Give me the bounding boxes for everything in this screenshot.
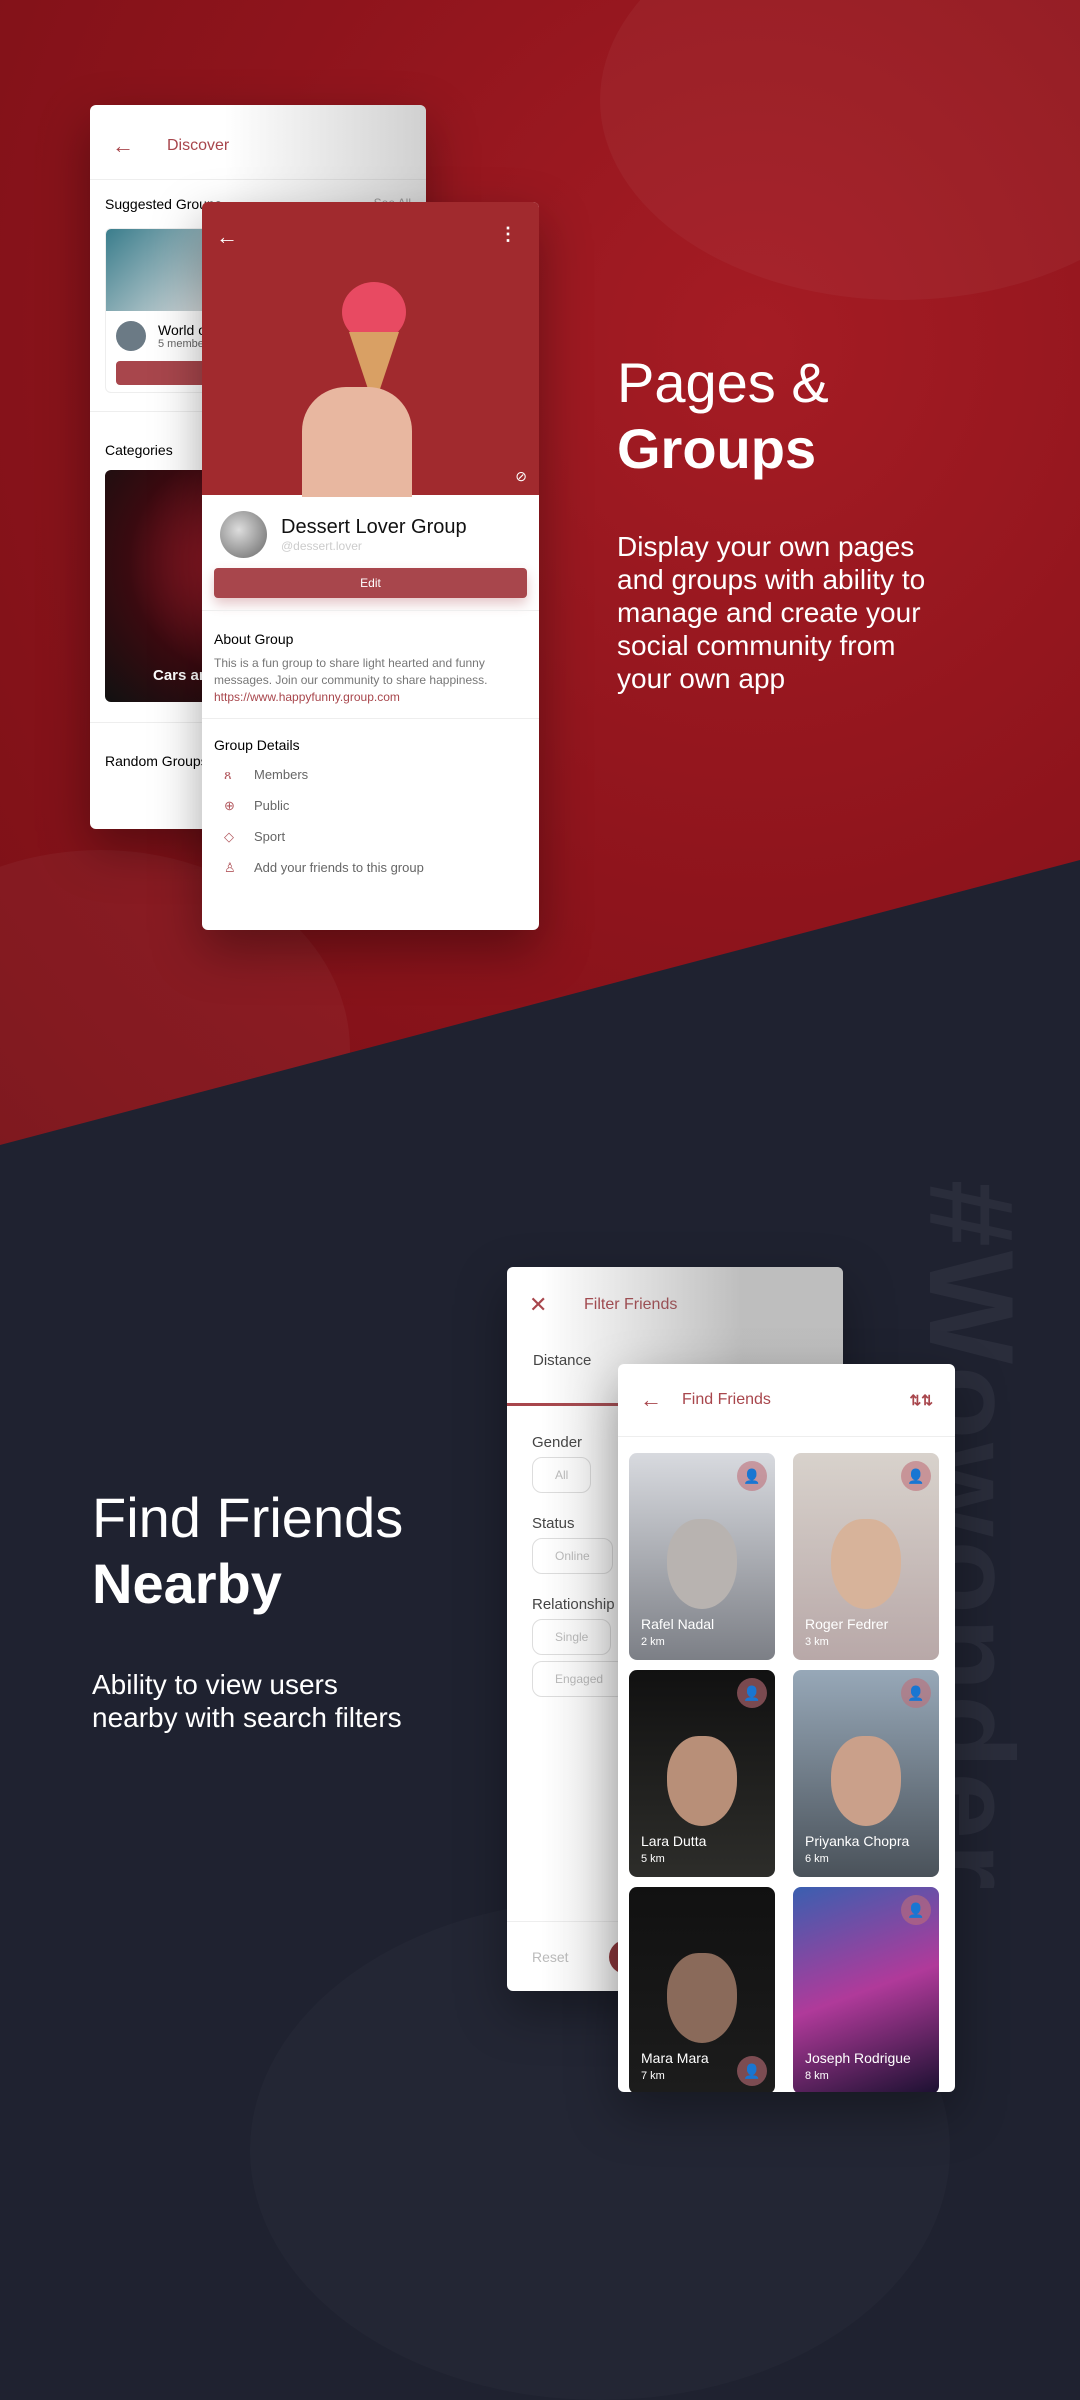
avatar	[116, 321, 146, 351]
about-text: This is a fun group to share light heart…	[214, 656, 488, 687]
friend-card[interactable]: 👤 Lara Dutta 5 km	[629, 1670, 775, 1877]
pages-title: Pages & Groups	[617, 351, 829, 480]
friend-card[interactable]: 👤 Priyanka Chopra 6 km	[793, 1670, 939, 1877]
friend-card[interactable]: 👤 Rafel Nadal 2 km	[629, 1453, 775, 1660]
add-user-icon: ♙	[224, 859, 236, 875]
friend-distance: 6 km	[805, 1853, 829, 1865]
add-friend-icon[interactable]: 👤	[901, 1895, 931, 1925]
gender-option[interactable]: All	[532, 1457, 592, 1493]
relationship-option[interactable]: Single	[532, 1619, 612, 1655]
filter-title: Filter Friends	[584, 1295, 678, 1313]
friend-distance: 5 km	[641, 1853, 665, 1865]
friend-name: Priyanka Chopra	[805, 1833, 910, 1849]
members-icon: ጸ	[224, 766, 232, 782]
more-icon[interactable]: ⋮	[499, 224, 517, 245]
group-name: Dessert Lover Group	[281, 516, 467, 538]
back-arrow-icon[interactable]: ←	[640, 1387, 682, 1413]
find-title: Find Friends	[682, 1391, 771, 1408]
friend-name: Roger Fedrer	[805, 1616, 889, 1632]
friend-name: Rafel Nadal	[641, 1616, 715, 1632]
edit-cover-icon[interactable]: ⊘	[515, 468, 527, 485]
close-icon[interactable]: ✕	[529, 1292, 584, 1318]
add-friend-icon[interactable]: 👤	[737, 2056, 767, 2086]
add-friend-icon[interactable]: 👤	[737, 1678, 767, 1708]
back-arrow-icon[interactable]: ←	[112, 133, 167, 159]
friend-photo	[831, 1519, 901, 1610]
friend-card[interactable]: 👤 Roger Fedrer 3 km	[793, 1453, 939, 1660]
friend-photo	[667, 1736, 737, 1827]
friend-distance: 3 km	[805, 1636, 829, 1648]
friend-name: Mara Mara	[641, 2050, 709, 2066]
group-avatar[interactable]	[220, 511, 267, 558]
add-friend-icon[interactable]: 👤	[901, 1461, 931, 1491]
cover-image: ← ⋮ ⊘	[202, 202, 539, 497]
friend-photo	[831, 1736, 901, 1827]
reset-button[interactable]: Reset	[532, 1949, 569, 1965]
add-friend-icon[interactable]: 👤	[737, 1461, 767, 1491]
detail-members[interactable]: ጸ Members	[202, 759, 539, 790]
friends-description: Ability to view users nearby with search …	[92, 1669, 402, 1733]
detail-label: Add your friends to this group	[254, 860, 424, 875]
friend-distance: 7 km	[641, 2070, 665, 2082]
group-screen: ← ⋮ ⊘ Dessert Lover Group @dessert.lover …	[202, 202, 539, 930]
detail-privacy[interactable]: ⊕ Public	[202, 790, 539, 821]
filter-sliders-icon[interactable]: ⇅⇅	[910, 1392, 933, 1409]
friend-card[interactable]: 👤 Joseph Rodrigue 8 km	[793, 1887, 939, 2092]
discover-title: Discover	[167, 137, 230, 154]
friend-photo	[667, 1953, 737, 2044]
edit-button[interactable]: Edit	[214, 568, 527, 598]
friend-distance: 2 km	[641, 1636, 665, 1648]
friend-name: Joseph Rodrigue	[805, 2050, 911, 2066]
pages-description: Display your own pages and groups with ab…	[617, 531, 926, 694]
group-handle: @dessert.lover	[281, 539, 362, 553]
about-heading: About Group	[214, 631, 294, 647]
find-friends-screen: ← Find Friends ⇅⇅ 👤 Rafel Nadal 2 km 👤 Roger …	[618, 1364, 955, 2092]
detail-add-friends[interactable]: ♙ Add your friends to this group	[202, 852, 539, 883]
back-arrow-icon[interactable]: ←	[216, 224, 238, 250]
friend-distance: 8 km	[805, 2070, 829, 2082]
relationship-option[interactable]: Engaged	[532, 1661, 627, 1697]
friend-name: Lara Dutta	[641, 1833, 707, 1849]
globe-icon: ⊕	[224, 797, 235, 813]
detail-label: Public	[254, 798, 290, 813]
details-heading: Group Details	[214, 737, 300, 753]
friends-title: Find Friends Nearby	[92, 1486, 404, 1615]
friend-card[interactable]: 👤 Mara Mara 7 km	[629, 1887, 775, 2092]
status-option[interactable]: Online	[532, 1538, 613, 1574]
group-link[interactable]: https://www.happyfunny.group.com	[214, 689, 527, 706]
detail-category[interactable]: ◇ Sport	[202, 821, 539, 852]
tag-icon: ◇	[224, 828, 234, 844]
detail-label: Members	[254, 767, 309, 782]
friend-photo	[667, 1519, 737, 1610]
detail-label: Sport	[254, 829, 286, 844]
add-friend-icon[interactable]: 👤	[901, 1678, 931, 1708]
